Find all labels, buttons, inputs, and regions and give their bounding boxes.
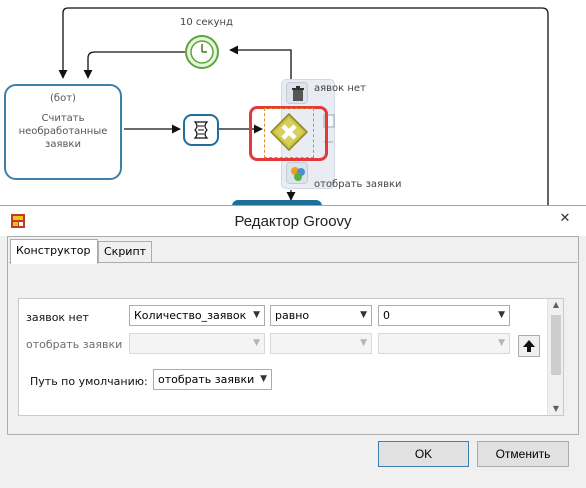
default-path-label: Путь по умолчанию: <box>30 375 148 388</box>
close-icon: ✕ <box>559 211 571 226</box>
variable-select[interactable]: Количество_заявок ▼ <box>129 305 265 326</box>
chevron-down-icon: ▼ <box>253 310 260 320</box>
row-label-select-requests: отобрать заявки <box>26 338 123 351</box>
row-label-no-requests: заявок нет <box>26 311 89 324</box>
conditions-scrollbar[interactable]: ▲ ▼ <box>547 299 563 415</box>
default-path-select-value: отобрать заявки <box>158 373 255 386</box>
variable-select-value: Количество_заявок <box>134 309 247 322</box>
dialog-titlebar[interactable]: Редактор Groovy ✕ <box>0 206 586 236</box>
timer-event-icon[interactable] <box>184 34 220 70</box>
flow-label-select-requests: отобрать заявки <box>314 179 402 190</box>
scroll-up-icon[interactable]: ▲ <box>548 299 564 311</box>
chevron-down-icon: ▼ <box>360 338 367 348</box>
timer-label: 10 секунд <box>180 17 233 28</box>
operator-select-disabled: ▼ <box>270 333 372 354</box>
dialog-title: Редактор Groovy <box>234 213 352 230</box>
flow-label-no-requests: аявок нет <box>314 83 366 94</box>
tab-constructor[interactable]: Конструктор <box>10 239 98 264</box>
chevron-down-icon: ▼ <box>360 310 367 320</box>
task-read-unprocessed[interactable]: (бот) Считать необработанные заявки <box>4 84 122 180</box>
task-name-label: Считать необработанные заявки <box>18 113 108 150</box>
palette-color-icon <box>291 167 305 181</box>
variable-select-disabled: ▼ <box>129 333 265 354</box>
move-up-button[interactable] <box>518 335 540 357</box>
trash-icon <box>292 86 304 101</box>
arrow-up-icon <box>523 340 535 352</box>
task-role-label: (бот) <box>50 93 76 104</box>
bpmn-canvas[interactable]: 10 секунд (бот) Считать необработанные з… <box>0 0 586 208</box>
close-button[interactable]: ✕ <box>550 208 580 230</box>
value-select-value: 0 <box>383 309 390 322</box>
chevron-down-icon: ▼ <box>253 338 260 348</box>
scroll-thumb[interactable] <box>551 315 561 375</box>
value-select[interactable]: 0 ▼ <box>378 305 510 326</box>
ok-button[interactable]: OK <box>378 441 469 467</box>
operator-select-value: равно <box>275 309 310 322</box>
chevron-down-icon: ▼ <box>260 374 267 384</box>
color-button[interactable] <box>286 162 308 184</box>
tab-script[interactable]: Скрипт <box>98 241 152 262</box>
chevron-down-icon: ▼ <box>498 338 505 348</box>
chevron-down-icon: ▼ <box>498 310 505 320</box>
operator-select[interactable]: равно ▼ <box>270 305 372 326</box>
delete-button[interactable] <box>286 82 308 104</box>
cancel-button[interactable]: Отменить <box>477 441 569 467</box>
value-select-disabled: ▼ <box>378 333 510 354</box>
script-task-icon[interactable] <box>183 114 219 146</box>
default-path-select[interactable]: отобрать заявки ▼ <box>153 369 272 390</box>
scroll-down-icon[interactable]: ▼ <box>548 403 564 415</box>
exclusive-gateway-icon[interactable] <box>270 113 308 151</box>
